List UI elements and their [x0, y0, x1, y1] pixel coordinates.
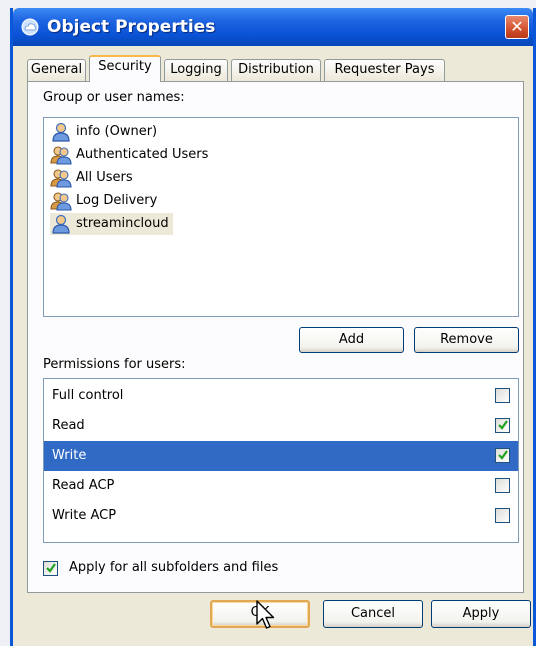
user-name: Log Delivery — [76, 193, 158, 208]
checkmark-icon — [498, 420, 508, 430]
window-title: Object Properties — [47, 17, 216, 37]
user-name: streamincloud — [76, 216, 169, 231]
permissions-label: Permissions for users: — [43, 357, 186, 372]
list-item[interactable]: All Users — [50, 167, 133, 189]
user-icon — [52, 122, 70, 142]
list-item[interactable]: Authenticated Users — [50, 144, 208, 166]
add-button[interactable]: Add — [299, 327, 404, 353]
apply-all-label: Apply for all subfolders and files — [69, 560, 279, 575]
tab-logging[interactable]: Logging — [164, 59, 228, 81]
group-or-user-names-label: Group or user names: — [43, 90, 185, 105]
write-checkbox[interactable] — [495, 448, 510, 463]
cloud-icon — [21, 18, 39, 36]
permissions-list: Full control Read Write Read ACP Write A… — [43, 378, 519, 543]
group-icon — [50, 169, 72, 188]
apply-all-checkbox[interactable] — [43, 561, 58, 576]
read-checkbox[interactable] — [495, 418, 510, 433]
user-list[interactable]: info (Owner) Authenticated Users All Use… — [43, 117, 519, 317]
tab-general[interactable]: General — [27, 59, 86, 81]
tab-requester-pays[interactable]: Requester Pays — [324, 59, 445, 81]
user-icon — [52, 214, 70, 234]
read-acp-checkbox[interactable] — [495, 478, 510, 493]
apply-button[interactable]: Apply — [431, 600, 531, 628]
list-item-selected[interactable]: streamincloud — [50, 213, 173, 235]
mouse-pointer-icon — [256, 600, 275, 629]
permission-row-read[interactable]: Read — [44, 411, 518, 441]
user-name: Authenticated Users — [76, 147, 209, 162]
permission-label: Read ACP — [52, 478, 115, 493]
security-panel: Group or user names: info (Owner) Authen… — [27, 81, 524, 593]
permission-row-full-control[interactable]: Full control — [44, 381, 518, 411]
tab-distribution[interactable]: Distribution — [231, 59, 321, 81]
group-icon — [50, 146, 72, 165]
tab-security[interactable]: Security — [89, 55, 161, 82]
user-name: info (Owner) — [76, 124, 158, 139]
list-item[interactable]: Log Delivery — [50, 190, 157, 212]
object-properties-dialog: Object Properties ✕ General Security Log… — [10, 8, 536, 646]
cancel-button[interactable]: Cancel — [323, 600, 423, 628]
close-button[interactable]: ✕ — [505, 15, 529, 39]
permission-row-read-acp[interactable]: Read ACP — [44, 471, 518, 501]
permission-label: Write — [52, 448, 87, 463]
permission-label: Write ACP — [52, 508, 117, 523]
permission-label: Full control — [52, 388, 124, 403]
full-control-checkbox[interactable] — [495, 388, 510, 403]
checkmark-icon — [498, 450, 508, 460]
group-icon — [50, 192, 72, 211]
permission-label: Read — [52, 418, 85, 433]
close-icon: ✕ — [510, 17, 524, 36]
title-bar[interactable]: Object Properties ✕ — [13, 8, 533, 46]
write-acp-checkbox[interactable] — [495, 508, 510, 523]
permission-row-write[interactable]: Write — [44, 441, 518, 471]
list-item[interactable]: info (Owner) — [50, 121, 157, 143]
remove-button[interactable]: Remove — [414, 327, 519, 353]
checkmark-icon — [46, 563, 56, 573]
user-name: All Users — [76, 170, 133, 185]
permission-row-write-acp[interactable]: Write ACP — [44, 501, 518, 531]
